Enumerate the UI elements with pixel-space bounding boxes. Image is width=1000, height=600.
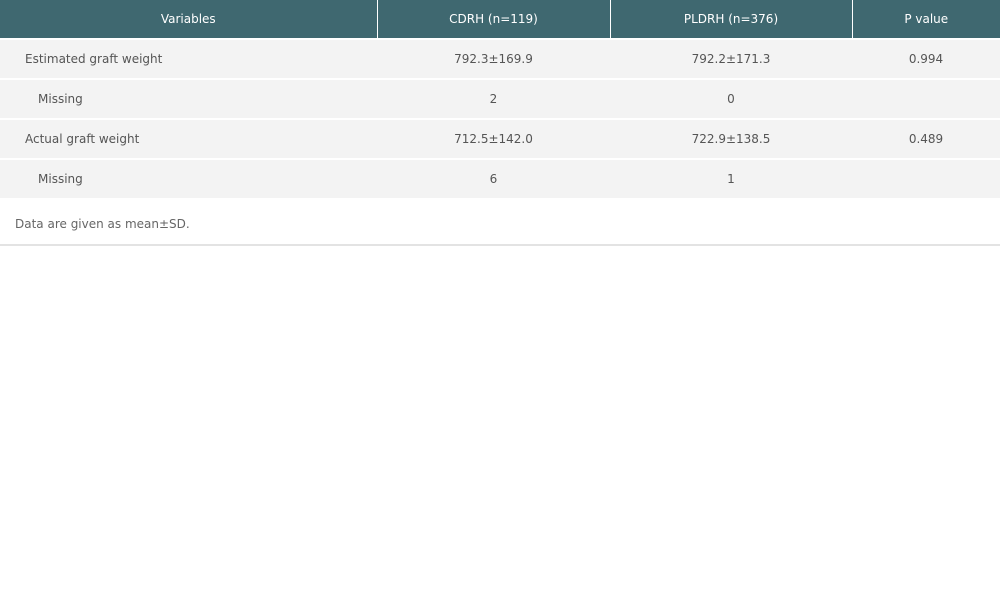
cell-cdrh: 6 <box>377 158 610 198</box>
graft-weight-table: Variables CDRH (n=119) PLDRH (n=376) P v… <box>0 0 1000 198</box>
table-row: Actual graft weight 712.5±142.0 722.9±13… <box>0 118 1000 159</box>
cell-pldrh: 1 <box>610 158 852 198</box>
cell-variable: Missing <box>0 158 377 198</box>
cell-variable: Actual graft weight <box>0 118 377 159</box>
cell-pldrh: 722.9±138.5 <box>610 118 852 159</box>
table-row: Estimated graft weight 792.3±169.9 792.2… <box>0 38 1000 79</box>
cell-variable: Estimated graft weight <box>0 38 377 79</box>
header-pldrh: PLDRH (n=376) <box>610 0 853 39</box>
cell-p-value <box>852 78 1000 119</box>
table-row: Missing 2 0 <box>0 78 1000 119</box>
header-cdrh: CDRH (n=119) <box>377 0 611 39</box>
cell-pldrh: 792.2±171.3 <box>610 38 852 79</box>
header-p-value: P value <box>852 0 1000 39</box>
cell-p-value: 0.489 <box>852 118 1000 159</box>
cell-variable: Missing <box>0 78 377 119</box>
table-body: Estimated graft weight 792.3±169.9 792.2… <box>0 38 1000 198</box>
cell-cdrh: 792.3±169.9 <box>377 38 610 79</box>
table-footnote: Data are given as mean±SD. <box>0 198 1000 246</box>
cell-p-value: 0.994 <box>852 38 1000 79</box>
cell-p-value <box>852 158 1000 198</box>
cell-cdrh: 712.5±142.0 <box>377 118 610 159</box>
table-row: Missing 6 1 <box>0 158 1000 198</box>
table-header: Variables CDRH (n=119) PLDRH (n=376) P v… <box>0 0 1000 39</box>
header-variables: Variables <box>0 0 378 39</box>
cell-pldrh: 0 <box>610 78 852 119</box>
data-table-container: Variables CDRH (n=119) PLDRH (n=376) P v… <box>0 0 1000 246</box>
cell-cdrh: 2 <box>377 78 610 119</box>
header-row: Variables CDRH (n=119) PLDRH (n=376) P v… <box>0 0 1000 39</box>
